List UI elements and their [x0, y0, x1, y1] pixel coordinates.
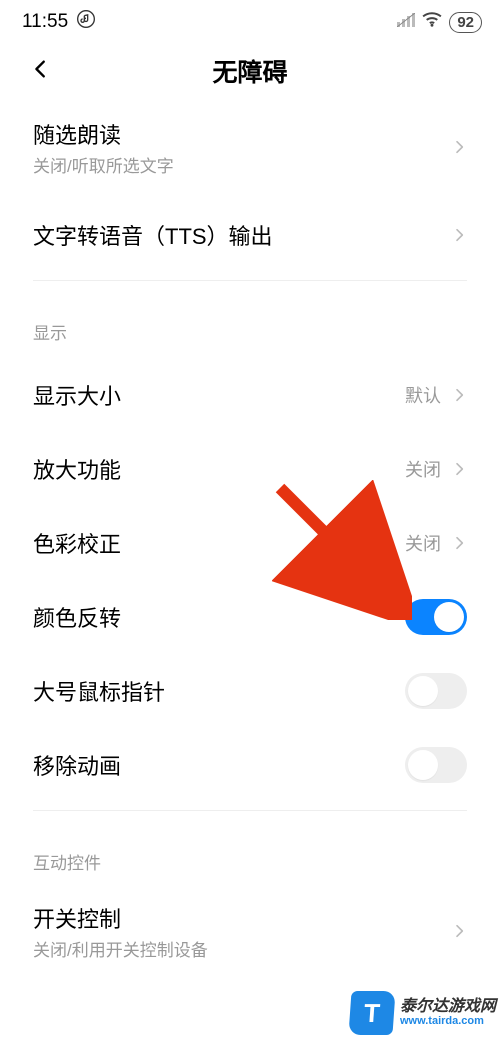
row-switch-access[interactable]: 开关控制 关闭/利用开关控制设备 [33, 888, 467, 974]
annotation-arrow-icon [272, 480, 412, 620]
wifi-icon [421, 11, 443, 33]
watermark: T 泰尔达游戏网 www.tairda.com [350, 991, 496, 1035]
watermark-url: www.tairda.com [400, 1016, 496, 1028]
row-label: 文字转语音（TTS）输出 [33, 219, 451, 251]
page-header: 无障碍 [0, 38, 500, 104]
chevron-right-icon [451, 923, 467, 939]
row-label: 移除动画 [33, 749, 405, 781]
toggle-color-inversion[interactable] [405, 599, 467, 635]
row-remove-animations: 移除动画 [33, 728, 467, 802]
chevron-right-icon [451, 387, 467, 403]
signal-icon [397, 11, 415, 33]
toggle-large-cursor[interactable] [405, 673, 467, 709]
row-display-size[interactable]: 显示大小 默认 [33, 358, 467, 432]
watermark-title: 泰尔达游戏网 [400, 999, 496, 1016]
section-display: 显示 [33, 281, 467, 358]
status-bar: 11:55 92 [0, 0, 500, 38]
toggle-remove-animations[interactable] [405, 747, 467, 783]
page-title: 无障碍 [212, 53, 287, 89]
row-label: 随选朗读 [33, 118, 451, 150]
row-label: 大号鼠标指针 [33, 675, 405, 707]
clock: 11:55 [22, 11, 68, 33]
back-button[interactable] [30, 58, 52, 85]
row-value: 默认 [405, 382, 441, 408]
row-tts-output[interactable]: 文字转语音（TTS）输出 [33, 190, 467, 280]
chevron-right-icon [451, 461, 467, 477]
music-icon [76, 9, 96, 35]
row-large-cursor: 大号鼠标指针 [33, 654, 467, 728]
chevron-right-icon [451, 227, 467, 243]
row-label: 显示大小 [33, 379, 405, 411]
row-select-to-speak[interactable]: 随选朗读 关闭/听取所选文字 [33, 104, 467, 190]
section-interaction: 互动控件 [33, 811, 467, 888]
battery-indicator: 92 [449, 12, 482, 33]
row-value: 关闭 [405, 456, 441, 482]
row-label: 开关控制 [33, 902, 451, 934]
chevron-right-icon [451, 535, 467, 551]
row-sub: 关闭/利用开关控制设备 [33, 936, 451, 961]
row-sub: 关闭/听取所选文字 [33, 152, 451, 177]
chevron-right-icon [451, 139, 467, 155]
watermark-badge: T [348, 991, 395, 1035]
